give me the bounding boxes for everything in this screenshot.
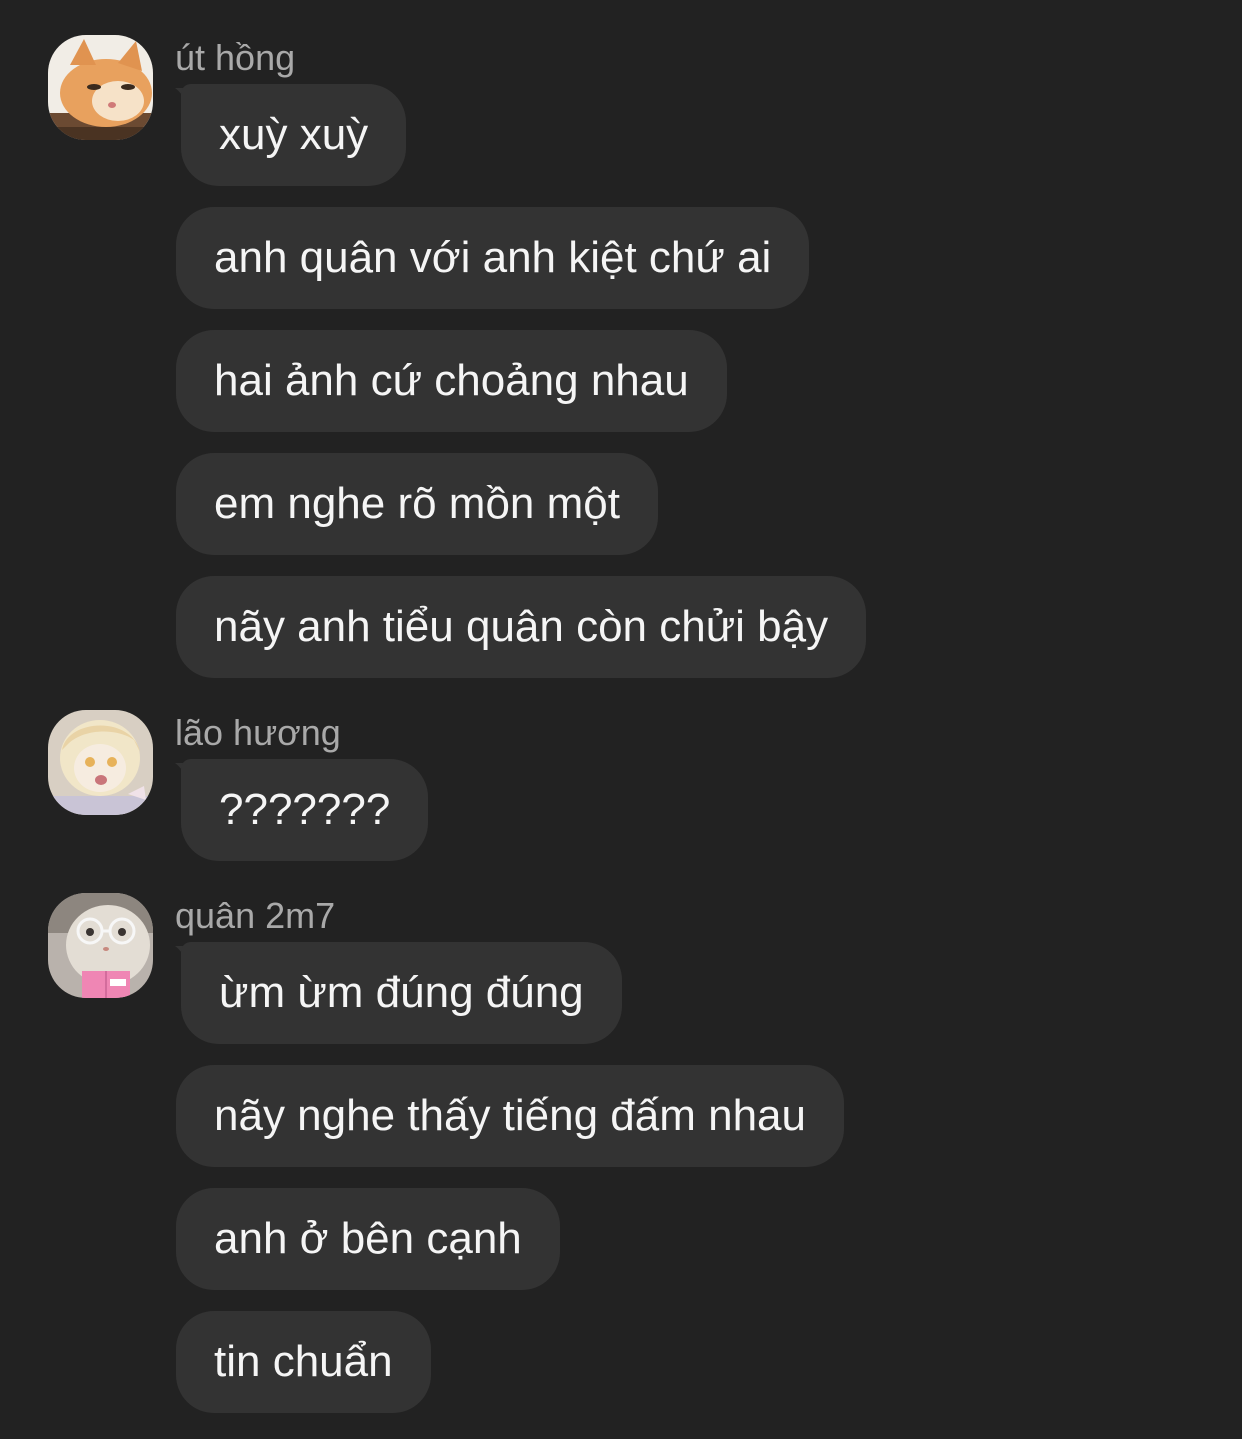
avatar-ut-hong[interactable] bbox=[48, 35, 153, 140]
message-bubble[interactable]: nãy nghe thấy tiếng đấm nhau bbox=[176, 1065, 845, 1167]
message-bubble[interactable]: anh quân với anh kiệt chứ ai bbox=[176, 207, 810, 309]
message-bubble[interactable]: ừm ừm đúng đúng bbox=[181, 942, 622, 1044]
sender-name: út hồng bbox=[175, 37, 296, 78]
avatar-lao-huong[interactable] bbox=[48, 710, 153, 815]
sender-name: lão hương bbox=[175, 712, 341, 753]
avatar-quan-2m7[interactable] bbox=[48, 893, 153, 998]
message-bubble[interactable]: em nghe rõ mồn một bbox=[176, 453, 658, 555]
sender-name: quân 2m7 bbox=[175, 895, 336, 936]
message-bubble[interactable]: hai ảnh cứ choảng nhau bbox=[176, 330, 727, 432]
message-bubble[interactable]: ??????? bbox=[181, 759, 429, 861]
anime-girl-avatar-icon bbox=[48, 710, 153, 815]
message-bubble[interactable]: tin chuẩn bbox=[176, 1311, 431, 1413]
hamster-glasses-avatar-icon bbox=[48, 893, 153, 998]
message-bubble[interactable]: xuỳ xuỳ bbox=[181, 84, 407, 186]
cat-avatar-icon bbox=[48, 35, 153, 140]
message-bubble[interactable]: anh ở bên cạnh bbox=[176, 1188, 560, 1290]
message-bubble[interactable]: nãy anh tiểu quân còn chửi bậy bbox=[176, 576, 867, 678]
